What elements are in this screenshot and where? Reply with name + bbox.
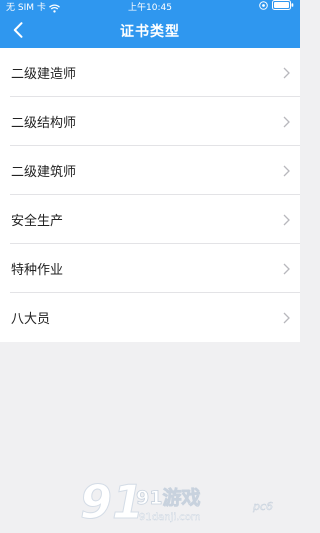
list-item[interactable]: 特种作业	[0, 244, 300, 293]
list-item[interactable]: 八大员	[0, 293, 300, 342]
status-right	[259, 0, 294, 10]
watermark-url: 91danji.com	[139, 512, 201, 523]
list-item[interactable]: 二级建筑师	[0, 146, 300, 195]
header: 无 SIM 卡 上午10:45 证书类型	[0, 0, 300, 48]
watermark-logo: 91 91游戏 91danji.com	[80, 475, 201, 530]
list-item[interactable]: 二级结构师	[0, 97, 300, 146]
chevron-right-icon	[283, 312, 290, 324]
list-item-label: 二级建造师	[11, 67, 77, 82]
list-item-label: 安全生产	[11, 214, 64, 229]
watermark-corner: pc6	[252, 500, 273, 513]
list-item-label: 特种作业	[11, 263, 64, 278]
list-item-label: 八大员	[11, 312, 51, 327]
chevron-right-icon	[283, 116, 290, 128]
status-time: 上午10:45	[128, 3, 172, 13]
list-item-label: 二级建筑师	[11, 165, 77, 180]
chevron-right-icon	[283, 214, 290, 226]
certificate-type-list: 二级建造师 二级结构师 二级建筑师 安全生产 特种作业 八大员	[0, 48, 300, 342]
chevron-right-icon	[283, 67, 290, 79]
watermark-corner-mark: pc6	[252, 500, 273, 513]
list-item-label: 二级结构师	[11, 116, 77, 131]
page-title: 证书类型	[120, 24, 180, 40]
battery-icon	[272, 0, 294, 10]
list-item[interactable]: 二级建造师	[0, 48, 300, 97]
svg-text:91: 91	[80, 475, 144, 529]
lock-icon	[259, 0, 268, 10]
chevron-right-icon	[283, 263, 290, 275]
nav-bar: 证书类型	[0, 16, 300, 48]
status-bar: 无 SIM 卡 上午10:45	[0, 0, 300, 16]
watermark-logo-text: 91游戏	[136, 486, 200, 509]
list-item[interactable]: 安全生产	[0, 195, 300, 244]
chevron-right-icon	[283, 165, 290, 177]
